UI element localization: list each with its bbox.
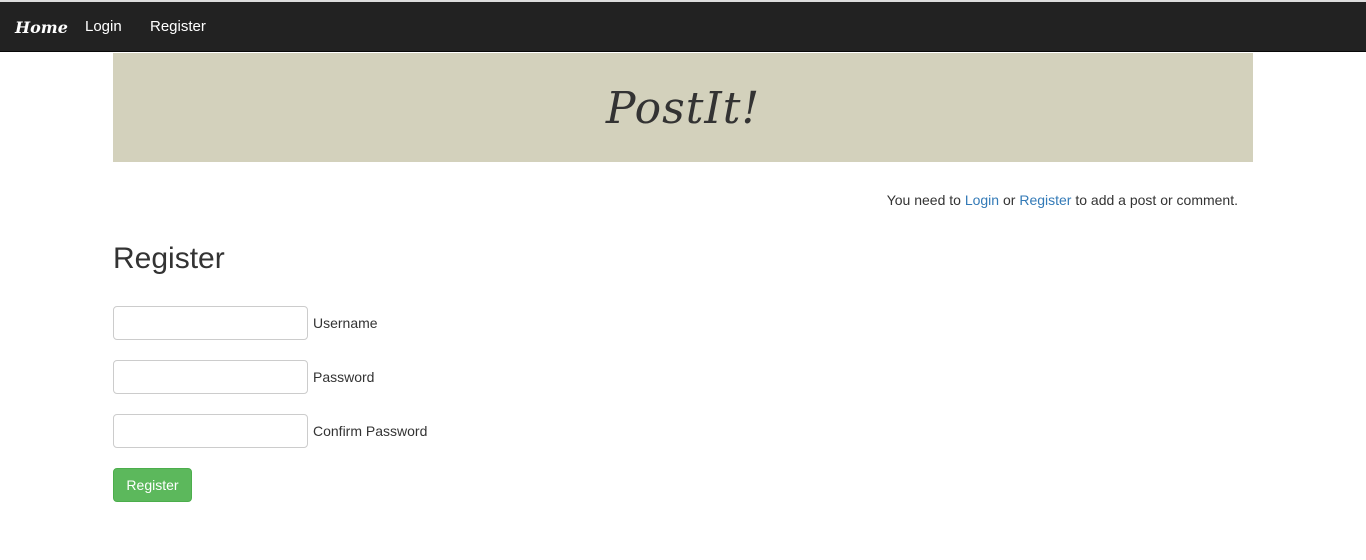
confirm-password-input[interactable] bbox=[113, 414, 308, 448]
nav-login-link[interactable]: Login bbox=[85, 18, 122, 35]
notice-login-link[interactable]: Login bbox=[965, 192, 999, 208]
confirm-password-label: Confirm Password bbox=[313, 423, 428, 439]
password-row: Password bbox=[113, 360, 374, 394]
username-input[interactable] bbox=[113, 306, 308, 340]
notice-text: You need to bbox=[886, 192, 965, 208]
site-logo: PostIt! bbox=[605, 83, 761, 134]
notice-text: to add a post or comment. bbox=[1071, 192, 1238, 208]
nav-home-link[interactable]: Home bbox=[15, 18, 68, 37]
username-row: Username bbox=[113, 306, 378, 340]
banner: PostIt! bbox=[113, 53, 1253, 162]
login-notice: You need to Login or Register to add a p… bbox=[887, 192, 1238, 208]
register-button[interactable]: Register bbox=[113, 468, 192, 502]
navbar: Home Login Register bbox=[0, 0, 1366, 52]
confirm-password-row: Confirm Password bbox=[113, 414, 427, 448]
password-input[interactable] bbox=[113, 360, 308, 394]
notice-register-link[interactable]: Register bbox=[1019, 192, 1071, 208]
nav-register-link[interactable]: Register bbox=[150, 18, 206, 35]
password-label: Password bbox=[313, 369, 375, 385]
page-title: Register bbox=[113, 242, 225, 275]
notice-text: or bbox=[999, 192, 1020, 208]
username-label: Username bbox=[313, 315, 378, 331]
